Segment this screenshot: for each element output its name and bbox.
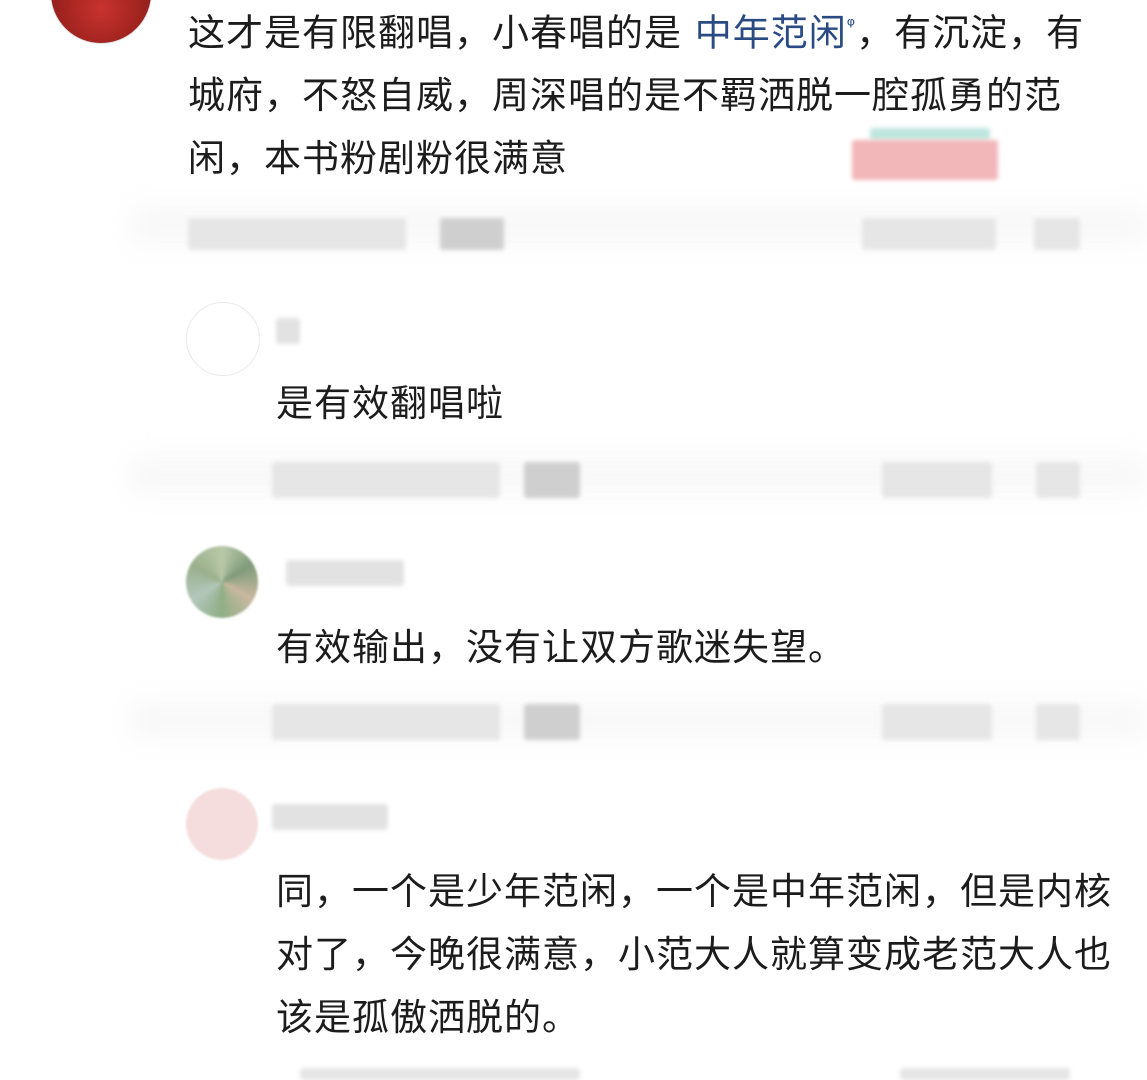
reply-username[interactable] — [286, 560, 404, 586]
reply-avatar[interactable] — [186, 788, 258, 860]
reply-button[interactable] — [524, 704, 580, 740]
emoji-sticker — [870, 128, 990, 140]
timestamp — [272, 462, 500, 498]
dislike-button[interactable] — [1034, 218, 1080, 250]
reply-username[interactable] — [276, 318, 300, 344]
like-button[interactable] — [882, 462, 992, 498]
dislike-button[interactable] — [1036, 704, 1080, 740]
commenter-avatar[interactable] — [50, 0, 152, 44]
emoji-sticker-pink — [852, 140, 998, 180]
main-comment-text-start: 这才是有限翻唱，小春唱的是 — [188, 11, 695, 55]
search-icon[interactable]: ᵠ — [847, 13, 856, 37]
reply-avatar[interactable] — [186, 302, 260, 376]
like-button[interactable] — [900, 1068, 1070, 1080]
timestamp — [272, 704, 500, 740]
like-button[interactable] — [882, 704, 992, 740]
topic-link[interactable]: 中年范闲 — [695, 11, 847, 54]
reply-text: 有效输出，没有让双方歌迷失望。 — [276, 626, 846, 669]
reply-avatar[interactable] — [186, 546, 258, 618]
dislike-button[interactable] — [1036, 462, 1080, 498]
reply-text: 是有效翻唱啦 — [276, 382, 504, 425]
reply-button[interactable] — [440, 218, 504, 250]
timestamp — [300, 1068, 580, 1080]
reply-button[interactable] — [524, 462, 580, 498]
timestamp — [188, 218, 406, 250]
reply-username[interactable] — [272, 804, 388, 830]
like-button[interactable] — [862, 218, 996, 250]
reply-text: 同，一个是少年范闲，一个是中年范闲，但是内核对了，今晚很满意，小范大人就算变成老… — [276, 870, 1112, 1039]
